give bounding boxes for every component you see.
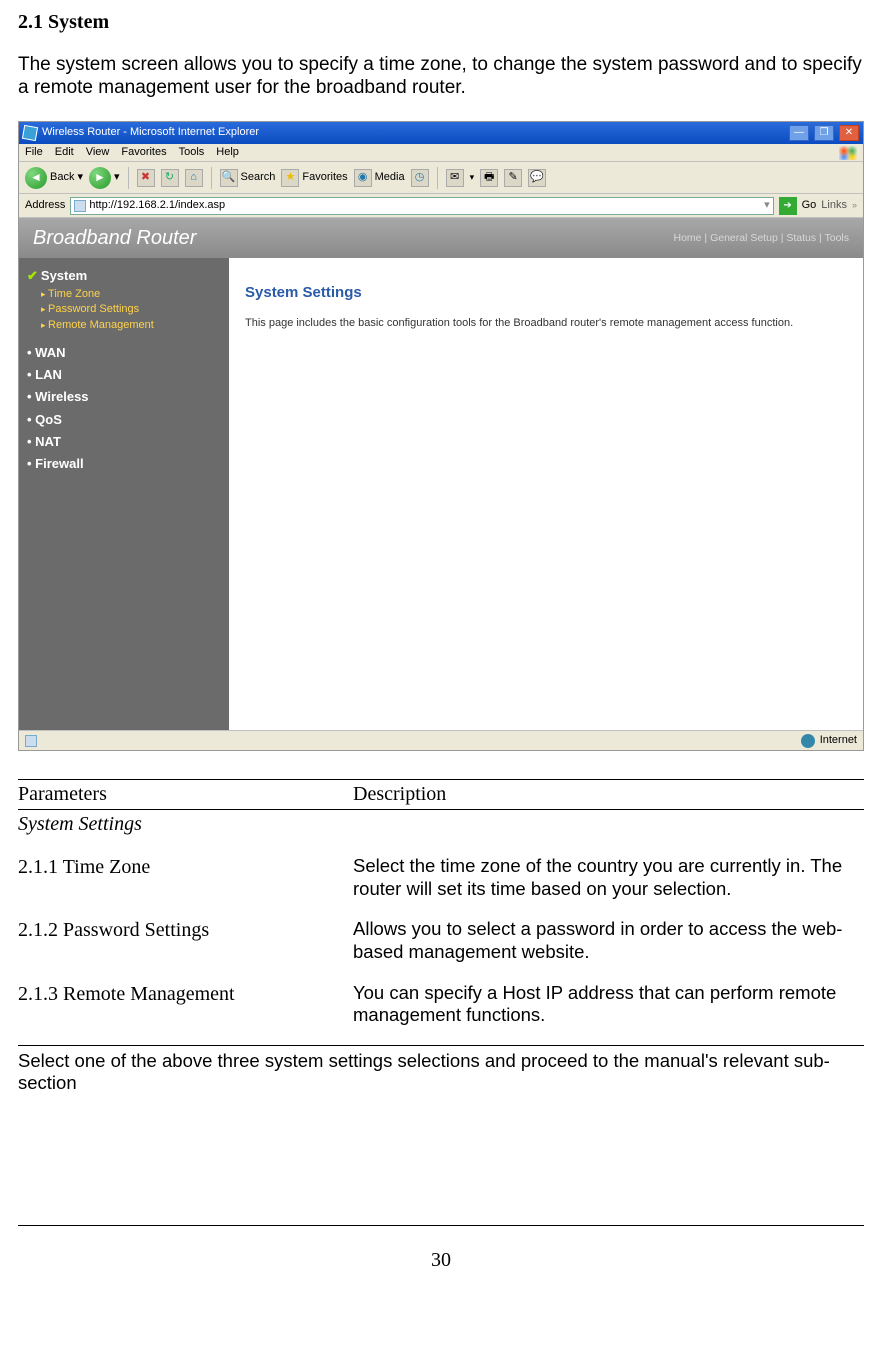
ie-icon [22, 125, 38, 141]
sidebar-item-nat[interactable]: NAT [27, 431, 221, 453]
content-heading: System Settings [245, 284, 853, 303]
sidebar-item-lan[interactable]: LAN [27, 364, 221, 386]
page-icon [74, 200, 86, 212]
parameters-table: Parameters Description System Settings 2… [18, 779, 864, 1045]
menu-tools[interactable]: Tools [179, 146, 205, 160]
sidebar-item-wan[interactable]: WAN [27, 342, 221, 364]
home-button[interactable]: ⌂ [185, 169, 203, 187]
forward-button[interactable]: ► ▾ [89, 167, 120, 189]
edit-button[interactable]: ✎ [504, 169, 522, 187]
sidebar-item-system[interactable]: ✔System [27, 268, 221, 284]
links-label[interactable]: Links [821, 199, 847, 213]
page-number: 30 [431, 1249, 451, 1271]
go-label: Go [802, 199, 817, 213]
menu-edit[interactable]: Edit [55, 146, 74, 160]
address-label: Address [25, 199, 65, 213]
param-desc-0: Select the time zone of the country you … [353, 855, 864, 918]
maximize-button[interactable]: ❐ [814, 125, 834, 141]
status-page-icon [25, 735, 37, 747]
table-subheading: System Settings [18, 810, 864, 856]
col-header-parameters: Parameters [18, 780, 353, 810]
menu-bar: File Edit View Favorites Tools Help [19, 144, 863, 162]
search-button[interactable]: 🔍Search [220, 169, 276, 187]
sidebar-nav: ✔System Time Zone Password Settings Remo… [19, 258, 229, 730]
sidebar-item-firewall[interactable]: Firewall [27, 453, 221, 475]
close-button[interactable]: ✕ [839, 125, 859, 141]
page-footer: 30 [18, 1225, 864, 1273]
minimize-button[interactable]: — [789, 125, 809, 141]
zone-label: Internet [820, 734, 857, 748]
menu-help[interactable]: Help [216, 146, 239, 160]
menu-file[interactable]: File [25, 146, 43, 160]
sidebar-sub-remote[interactable]: Remote Management [41, 318, 221, 334]
window-title: Wireless Router - Microsoft Internet Exp… [42, 126, 259, 140]
address-bar: Address http://192.168.2.1/index.asp ▾ ➔… [19, 194, 863, 218]
stop-button[interactable]: ✖ [137, 169, 155, 187]
back-button[interactable]: ◄Back ▾ [25, 167, 83, 189]
mail-button[interactable]: ✉ [446, 169, 464, 187]
section-heading: 2.1 System [18, 10, 864, 35]
menu-view[interactable]: View [86, 146, 110, 160]
favorites-button[interactable]: ★Favorites [281, 169, 347, 187]
checkmark-icon: ✔ [27, 268, 38, 284]
discuss-button[interactable]: 💬 [528, 169, 546, 187]
media-button[interactable]: ◉Media [354, 169, 405, 187]
print-button[interactable]: 🖶 [480, 169, 498, 187]
closing-paragraph: Select one of the above three system set… [18, 1046, 864, 1095]
sidebar-item-qos[interactable]: QoS [27, 409, 221, 431]
url-text: http://192.168.2.1/index.asp [89, 199, 225, 213]
param-desc-2: You can specify a Host IP address that c… [353, 982, 864, 1046]
address-input[interactable]: http://192.168.2.1/index.asp ▾ [70, 197, 773, 215]
router-banner: Broadband Router Home | General Setup | … [19, 218, 863, 258]
window-titlebar: Wireless Router - Microsoft Internet Exp… [19, 122, 863, 144]
sidebar-sub-timezone[interactable]: Time Zone [41, 287, 221, 303]
sidebar-item-wireless[interactable]: Wireless [27, 386, 221, 408]
standard-toolbar: ◄Back ▾ ► ▾ ✖ ↻ ⌂ 🔍Search ★Favorites ◉Me… [19, 162, 863, 194]
status-bar: Internet [19, 730, 863, 750]
go-button[interactable]: ➔ [779, 197, 797, 215]
param-name-2: 2.1.3 Remote Management [18, 982, 353, 1046]
col-header-description: Description [353, 780, 864, 810]
banner-nav-links[interactable]: Home | General Setup | Status | Tools [674, 232, 850, 245]
param-name-0: 2.1.1 Time Zone [18, 855, 353, 918]
content-pane: System Settings This page includes the b… [229, 258, 863, 730]
intro-paragraph: The system screen allows you to specify … [18, 53, 864, 99]
banner-title: Broadband Router [33, 226, 196, 251]
param-desc-1: Allows you to select a password in order… [353, 918, 864, 981]
browser-screenshot: Wireless Router - Microsoft Internet Exp… [18, 121, 864, 751]
param-name-1: 2.1.2 Password Settings [18, 918, 353, 981]
windows-flag-icon [839, 146, 857, 160]
internet-zone-icon [801, 734, 815, 748]
sidebar-sub-password[interactable]: Password Settings [41, 302, 221, 318]
menu-favorites[interactable]: Favorites [121, 146, 166, 160]
content-text: This page includes the basic configurati… [245, 317, 853, 331]
history-button[interactable]: ◷ [411, 169, 429, 187]
refresh-button[interactable]: ↻ [161, 169, 179, 187]
